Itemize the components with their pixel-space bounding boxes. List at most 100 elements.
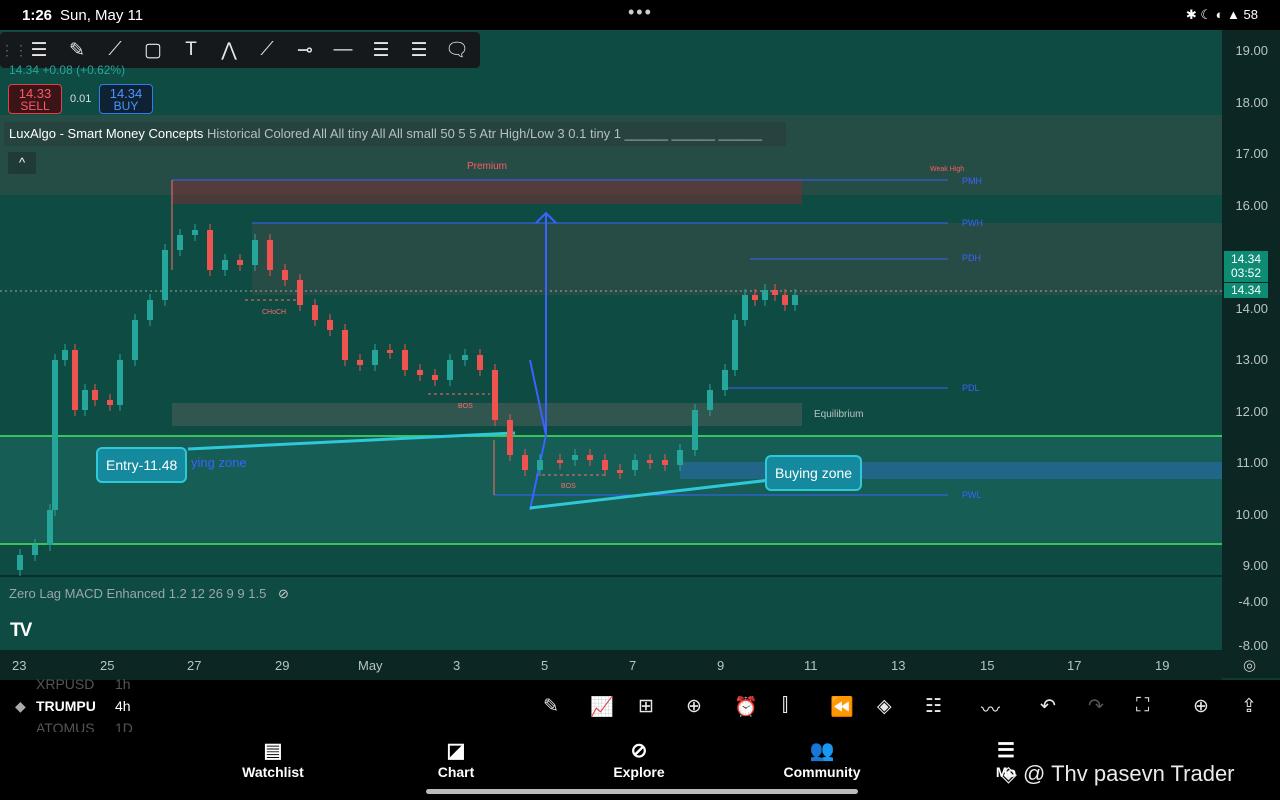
time-tick: 9 xyxy=(717,658,725,673)
choch-label: CHoCH xyxy=(262,309,287,316)
pattern-icon[interactable]: ⋀ xyxy=(210,32,248,68)
axis-settings-icon[interactable]: ◎ xyxy=(1243,656,1256,674)
rectangle-icon[interactable]: ▢ xyxy=(134,32,172,68)
nav-explore-icon: ⊘ xyxy=(630,740,648,762)
time-tick: 5 xyxy=(541,658,549,673)
quote-line: 14.34 +0.08 (+0.62%) xyxy=(9,63,125,77)
nav-explore[interactable]: ⊘ Explore xyxy=(579,738,699,780)
share-icon[interactable]: ⇪ xyxy=(1241,695,1257,718)
price-tick: -4.00 xyxy=(1238,594,1268,609)
candle-body xyxy=(537,460,543,470)
candle-body xyxy=(107,400,113,405)
time-tick: 17 xyxy=(1067,658,1082,673)
replay-icon[interactable]: ⏪ xyxy=(830,695,854,719)
nav-community[interactable]: 👥 Community xyxy=(762,738,882,780)
buying-zone-callout[interactable]: Buying zone xyxy=(765,455,863,491)
time-tick: 15 xyxy=(980,658,995,673)
buy-button[interactable]: 14.34 BUY xyxy=(99,84,153,114)
macd-name: Zero Lag MACD Enhanced xyxy=(9,586,166,601)
candle-body xyxy=(477,355,483,370)
buy-label: BUY xyxy=(113,99,139,113)
candle-body xyxy=(677,450,683,465)
ray-icon[interactable]: ⟋ xyxy=(248,32,286,68)
layers-icon[interactable]: ◈ xyxy=(877,695,892,718)
indicator-legend-smc[interactable]: LuxAlgo - Smart Money Concepts Historica… xyxy=(4,122,786,146)
redo-icon[interactable]: ↷ xyxy=(1088,695,1104,718)
candle-body xyxy=(297,280,303,305)
compare-icon[interactable]: 〰 xyxy=(981,695,1000,722)
callout-icon[interactable]: 🗨 xyxy=(438,32,476,68)
lot-size[interactable]: 0.01 xyxy=(70,93,91,105)
candle-body xyxy=(82,390,88,410)
candle-body xyxy=(602,460,608,470)
bottom-toolbar: ◆ XRPUSD 1h TRUMPU 4h ATOMUS 1D ✎ 📈 ⊞ ⊕ ⏰ ⫿ ⏪ ◈ ☷ 〰 ↶ ↷ ⛶… xyxy=(0,676,1280,736)
indicator-name: LuxAlgo - Smart Money Concepts xyxy=(9,126,204,141)
nav-watchlist-icon: ▤ xyxy=(263,740,283,762)
symbol-timeframe[interactable]: 1h xyxy=(115,676,131,692)
candle-body xyxy=(732,320,738,370)
entry-callout[interactable]: Entry-11.48 xyxy=(96,447,188,483)
candle-body xyxy=(237,260,243,265)
text-icon[interactable]: T xyxy=(172,32,210,68)
price-tick: -8.00 xyxy=(1238,638,1268,653)
candle-body xyxy=(177,235,183,250)
symbol-name[interactable]: TRUMPU xyxy=(36,698,96,714)
macd-params: 1.2 12 26 9 9 1.5 xyxy=(168,586,267,601)
status-time: 1:26 xyxy=(22,7,53,24)
horizontal-line-icon[interactable]: — xyxy=(324,32,362,68)
sell-button[interactable]: 14.33 SELL xyxy=(8,84,62,114)
parallel-channel-icon[interactable]: ☰ xyxy=(362,32,400,68)
weak-high-label: Weak High xyxy=(930,166,965,173)
candle-body xyxy=(207,230,213,270)
candle-body xyxy=(432,375,438,380)
price-tick: 18.00 xyxy=(1235,95,1268,110)
more-dots-icon[interactable]: ••• xyxy=(628,2,653,23)
candles-icon[interactable]: ⫿ xyxy=(782,695,788,717)
crosshair-icon[interactable]: ⊕ xyxy=(1193,695,1209,718)
time-tick: 25 xyxy=(100,658,115,673)
fib-icon[interactable]: ☰ xyxy=(400,32,438,68)
candle-body xyxy=(32,545,38,555)
time-axis[interactable]: 23 25 27 29 May 3 5 7 9 11 13 15 17 19 xyxy=(0,650,1222,680)
fullscreen-icon[interactable]: ⛶ xyxy=(1136,695,1149,717)
symbol-timeframe[interactable]: 4h xyxy=(115,698,131,714)
symbol-name[interactable]: XRPUSD xyxy=(36,676,94,692)
nav-watchlist[interactable]: ▤ Watchlist xyxy=(213,738,333,780)
price-tick: 16.00 xyxy=(1235,198,1268,213)
settings-sliders-icon[interactable]: ☷ xyxy=(925,695,942,718)
nav-chart[interactable]: ◪ Chart xyxy=(396,738,516,780)
premium-label: Premium xyxy=(467,161,508,172)
pdh-label: PDH xyxy=(962,253,982,263)
draw-pen-icon[interactable]: ✎ xyxy=(543,695,559,718)
price-tick: 17.00 xyxy=(1235,146,1268,161)
candle-body xyxy=(147,300,153,320)
home-indicator[interactable] xyxy=(426,789,858,794)
price-tick: 9.00 xyxy=(1242,558,1268,573)
time-tick: 13 xyxy=(891,658,906,673)
alert-clock-icon[interactable]: ⏰ xyxy=(734,695,758,719)
hide-eye-icon[interactable]: ⊘ xyxy=(278,586,289,601)
quote-price: 14.34 xyxy=(9,63,40,77)
add-icon[interactable]: ⊕ xyxy=(686,695,702,718)
price-axis[interactable]: 19.0018.0017.0016.0015.0014.0013.0012.00… xyxy=(1222,30,1280,678)
horizontal-ray-icon[interactable]: ⊸ xyxy=(286,32,324,68)
time-tick: 3 xyxy=(453,658,461,673)
candle-body xyxy=(722,370,728,390)
symbol-logo-icon: ◆ xyxy=(15,698,26,714)
candle-body xyxy=(312,305,318,320)
candle-body xyxy=(587,455,593,460)
drag-grip-icon[interactable]: ⋮⋮ xyxy=(0,42,28,59)
indicators-icon[interactable]: 📈 xyxy=(590,695,614,719)
nav-label: Explore xyxy=(613,764,665,780)
time-tick: 27 xyxy=(187,658,202,673)
macd-legend[interactable]: Zero Lag MACD Enhanced 1.2 12 26 9 9 1.5… xyxy=(9,586,289,602)
pdl-label: PDL xyxy=(962,383,980,393)
candle-body xyxy=(662,460,668,465)
collapse-legend-icon[interactable]: ^ xyxy=(8,152,36,174)
candle-body xyxy=(372,350,378,365)
bid-price-badge: 14.34 xyxy=(1224,283,1268,298)
last-price: 14.34 xyxy=(1230,252,1262,266)
templates-icon[interactable]: ⊞ xyxy=(638,695,654,718)
undo-icon[interactable]: ↶ xyxy=(1040,695,1056,718)
candle-body xyxy=(742,295,748,320)
